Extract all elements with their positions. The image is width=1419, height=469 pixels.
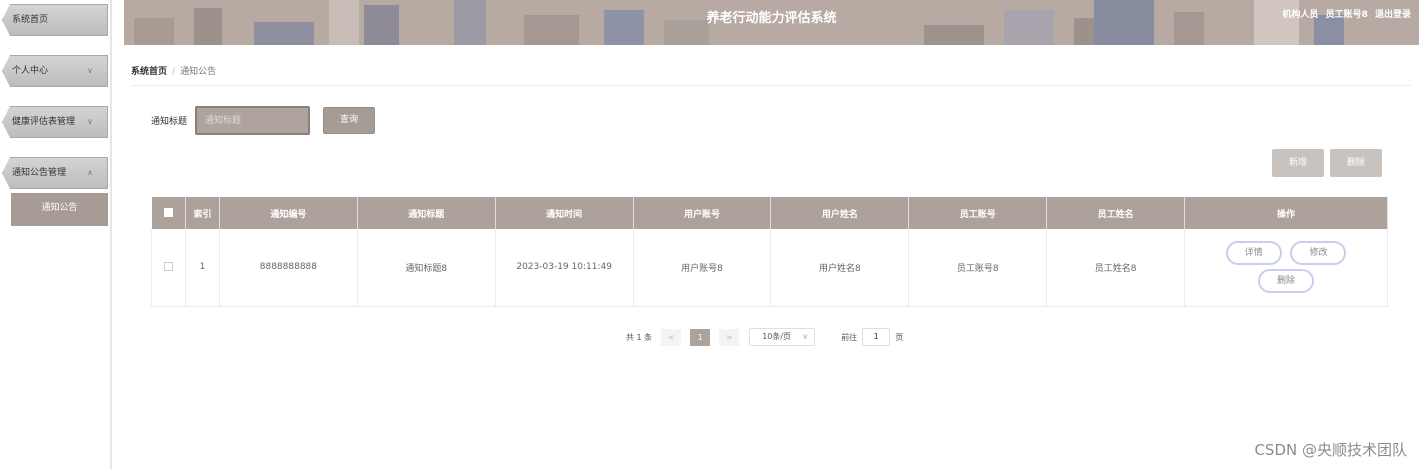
app-title: 养老行动能力评估系统 xyxy=(706,11,837,26)
sidebar-subitem-notice[interactable]: 通知公告 xyxy=(11,193,108,226)
pagination-total: 共 1 条 xyxy=(626,332,653,342)
sidebar: 系统首页 个人中心 ∨ 健康评估表管理 ∨ 通知公告管理 ∧ 通知公告 xyxy=(0,0,112,469)
sidebar-item-label: 系统首页 xyxy=(12,15,49,25)
edit-button[interactable]: 修改 xyxy=(1290,241,1347,266)
cell-staff-name: 员工姓名8 xyxy=(1046,229,1186,307)
column-header: 通知编号 xyxy=(219,197,358,229)
chevron-down-icon: ∨ xyxy=(802,332,809,341)
logout-link[interactable]: 退出登录 xyxy=(1375,10,1411,20)
sidebar-item-personal-center[interactable]: 个人中心 ∨ xyxy=(2,55,108,87)
user-account: 员工账号8 xyxy=(1325,10,1368,20)
breadcrumb-current: 通知公告 xyxy=(180,67,217,77)
column-header: 通知标题 xyxy=(357,197,496,229)
batch-delete-button[interactable]: 删除 xyxy=(1330,149,1382,177)
goto-label: 前往 xyxy=(841,332,858,342)
next-page-button[interactable]: > xyxy=(719,328,740,346)
table-row: 1 8888888888 通知标题8 2023-03-19 10:11:49 用… xyxy=(151,229,1388,307)
cell-staff-account: 员工账号8 xyxy=(908,229,1048,307)
cell-index: 1 xyxy=(185,229,220,307)
chevron-up-icon: ∧ xyxy=(87,168,93,177)
page-number-button[interactable]: 1 xyxy=(690,328,711,346)
sidebar-item-label: 通知公告管理 xyxy=(12,168,67,178)
cell-user-name: 用户姓名8 xyxy=(770,229,910,307)
breadcrumb-home[interactable]: 系统首页 xyxy=(131,67,167,77)
sidebar-item-label: 个人中心 xyxy=(12,66,49,76)
cell-title: 通知标题8 xyxy=(357,229,496,307)
add-button[interactable]: 新增 xyxy=(1272,149,1324,177)
column-header: 索引 xyxy=(185,197,220,229)
user-role: 机构人员 xyxy=(1282,10,1319,20)
row-select-cell[interactable] xyxy=(151,229,186,307)
header-user-area: 机构人员 员工账号8 退出登录 xyxy=(1278,7,1411,20)
search-label: 通知标题 xyxy=(151,117,188,127)
chevron-down-icon: ∨ xyxy=(87,117,93,126)
notice-table: 索引 通知编号 通知标题 通知时间 用户账号 用户姓名 员工账号 员工姓名 操作… xyxy=(151,197,1388,307)
delete-button[interactable]: 删除 xyxy=(1258,269,1315,294)
column-header: 用户姓名 xyxy=(770,197,910,229)
breadcrumb-separator: / xyxy=(172,67,176,77)
search-input[interactable] xyxy=(195,106,310,135)
sidebar-item-notice-management[interactable]: 通知公告管理 ∧ xyxy=(2,157,108,189)
column-header: 用户账号 xyxy=(633,197,772,229)
table-header-row: 索引 通知编号 通知标题 通知时间 用户账号 用户姓名 员工账号 员工姓名 操作 xyxy=(151,197,1388,229)
search-button[interactable]: 查询 xyxy=(323,107,375,134)
watermark: CSDN @央顺技术团队 xyxy=(1254,441,1407,459)
page-size-select[interactable]: 10条/页 ∨ xyxy=(749,328,816,346)
sidebar-item-label: 健康评估表管理 xyxy=(12,117,76,127)
page-unit-label: 页 xyxy=(895,332,904,342)
column-header: 员工账号 xyxy=(908,197,1048,229)
sidebar-item-home[interactable]: 系统首页 xyxy=(2,4,108,36)
column-header: 通知时间 xyxy=(495,197,634,229)
select-all-checkbox[interactable] xyxy=(163,208,173,217)
cell-operations: 详情 修改 删除 xyxy=(1184,229,1388,307)
cell-time: 2023-03-19 10:11:49 xyxy=(495,229,634,307)
detail-button[interactable]: 详情 xyxy=(1225,241,1282,266)
select-all-cell[interactable] xyxy=(151,197,186,229)
column-header: 员工姓名 xyxy=(1046,197,1186,229)
page-size-value: 10条/页 xyxy=(762,332,792,341)
pagination: 共 1 条 < 1 > 10条/页 ∨ 前往 1 页 xyxy=(626,328,903,346)
divider xyxy=(131,85,1411,86)
cell-user-account: 用户账号8 xyxy=(633,229,772,307)
row-checkbox[interactable] xyxy=(163,262,173,272)
sidebar-item-health-assessment[interactable]: 健康评估表管理 ∨ xyxy=(2,106,108,138)
header-banner: 养老行动能力评估系统 机构人员 员工账号8 退出登录 xyxy=(124,0,1419,45)
breadcrumb: 系统首页 / 通知公告 xyxy=(131,64,216,77)
goto-page-input[interactable]: 1 xyxy=(862,328,891,346)
prev-page-button[interactable]: < xyxy=(661,328,682,346)
column-header: 操作 xyxy=(1184,197,1388,229)
chevron-down-icon: ∨ xyxy=(87,66,93,75)
cell-code: 8888888888 xyxy=(219,229,358,307)
